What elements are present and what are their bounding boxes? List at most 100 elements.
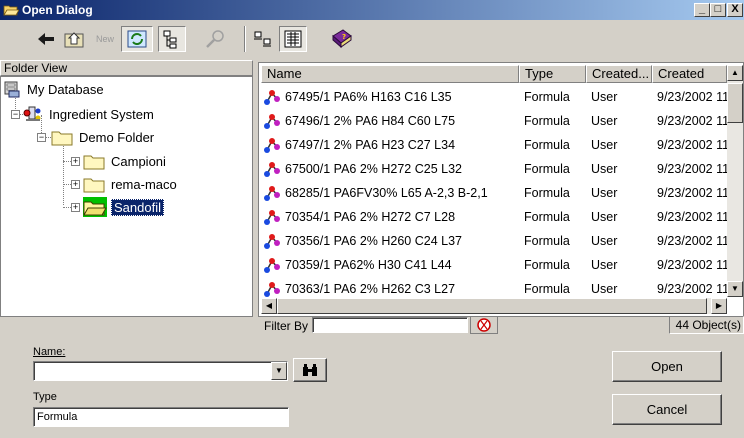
no-filter-icon xyxy=(477,318,491,332)
filter-input[interactable] xyxy=(312,317,468,333)
table-row[interactable]: 70359/1 PA62% H30 C41 L44 Formula User 9/23… xyxy=(261,253,727,277)
table-row[interactable]: 67495/1 PA6% H163 C16 L35 Formula User 9/23… xyxy=(261,85,727,109)
folder-icon xyxy=(51,131,73,146)
vertical-scrollbar[interactable]: ▲ ▼ xyxy=(727,65,743,297)
scroll-thumb[interactable] xyxy=(277,298,707,314)
object-count-status: 44 Object(s) xyxy=(669,316,744,334)
folder-icon xyxy=(83,155,105,170)
cell-created-by: User xyxy=(591,162,618,176)
search-button[interactable] xyxy=(200,26,230,52)
find-button[interactable] xyxy=(293,358,327,382)
toolbar: New ? xyxy=(0,22,744,56)
help-book-icon: ? xyxy=(332,29,352,49)
folder-open-icon xyxy=(3,5,19,16)
expand-toggle[interactable]: + xyxy=(71,203,80,212)
tree-item-my-database[interactable]: My Database xyxy=(3,79,106,99)
column-header-created-by[interactable]: Created... xyxy=(586,65,652,83)
open-button[interactable]: Open xyxy=(612,351,722,382)
horizontal-scrollbar[interactable]: ◀ ▶ xyxy=(261,298,727,314)
cell-created: 9/23/2002 11 xyxy=(657,258,727,272)
scroll-right-button[interactable]: ▶ xyxy=(711,298,727,314)
back-arrow-icon xyxy=(38,33,54,45)
tree-item-sandofil[interactable]: Sandofil xyxy=(83,197,164,217)
tree-item-demo-folder[interactable]: Demo Folder xyxy=(51,127,156,147)
cell-created: 9/23/2002 11 xyxy=(657,234,727,248)
cell-created: 9/23/2002 11 xyxy=(657,186,727,200)
toolbar-separator xyxy=(244,26,246,52)
cell-type: Formula xyxy=(524,234,570,248)
cell-created: 9/23/2002 11 xyxy=(657,114,727,128)
collapse-toggle[interactable]: − xyxy=(37,133,46,142)
column-header-created[interactable]: Created xyxy=(652,65,727,83)
cancel-button[interactable]: Cancel xyxy=(612,394,722,425)
cell-created-by: User xyxy=(591,210,618,224)
cell-name: 67496/1 2% PA6 H84 C60 L75 xyxy=(285,114,456,128)
scroll-thumb[interactable] xyxy=(727,83,743,123)
tree-line xyxy=(63,161,71,162)
formula-icon xyxy=(264,114,280,129)
formula-icon xyxy=(264,234,280,249)
cell-created: 9/23/2002 11 xyxy=(657,90,727,104)
tree-line xyxy=(63,207,71,208)
table-row[interactable]: 67500/1 PA6 2% H272 C25 L32 Formula User 9/… xyxy=(261,157,727,181)
cell-created-by: User xyxy=(591,138,618,152)
tree-item-rema-maco[interactable]: rema-maco xyxy=(83,174,179,194)
maximize-button[interactable]: □ xyxy=(710,3,726,17)
tree-view-toggle[interactable] xyxy=(158,26,186,52)
cell-created: 9/23/2002 11 xyxy=(657,162,727,176)
scroll-up-button[interactable]: ▲ xyxy=(727,65,743,81)
type-label: Type xyxy=(33,391,57,403)
scroll-left-button[interactable]: ◀ xyxy=(261,298,277,314)
tree-item-campioni[interactable]: Campioni xyxy=(83,151,168,171)
table-row[interactable]: 68285/1 PA6FV30% L65 A-2,3 B-2,1 Formula U… xyxy=(261,181,727,205)
tree-item-label: rema-maco xyxy=(111,176,177,192)
cell-created: 9/23/2002 11 xyxy=(657,210,727,224)
type-field[interactable]: Formula xyxy=(33,407,289,427)
formula-icon xyxy=(264,138,280,153)
cell-name: 70356/1 PA6 2% H260 C24 L37 xyxy=(285,234,462,248)
cell-created-by: User xyxy=(591,114,618,128)
back-button[interactable] xyxy=(34,26,58,52)
formula-icon xyxy=(264,162,280,177)
filter-label: Filter By xyxy=(264,319,309,333)
tree-item-ingredient-system[interactable]: Ingredient System xyxy=(23,104,156,124)
table-row[interactable]: 70354/1 PA6 2% H272 C7 L28 Formula User 9/2… xyxy=(261,205,727,229)
details-view-button[interactable] xyxy=(279,26,307,52)
formula-icon xyxy=(264,258,280,273)
large-icons-view-button[interactable] xyxy=(250,26,276,52)
item-list[interactable]: Name Type Created... Created 67495/1 PA6… xyxy=(258,62,744,317)
tree-item-label: Ingredient System xyxy=(49,106,154,122)
window-title: Open Dialog xyxy=(22,3,93,17)
title-bar[interactable]: Open Dialog _ □ X xyxy=(0,0,744,20)
up-folder-button[interactable] xyxy=(62,26,86,52)
name-combobox[interactable]: ▼ xyxy=(33,361,288,381)
close-button[interactable]: X xyxy=(727,3,743,17)
expand-toggle[interactable]: + xyxy=(71,157,80,166)
refresh-view-button[interactable] xyxy=(121,26,153,52)
folder-view-header: Folder View xyxy=(0,60,253,76)
folder-icon xyxy=(83,178,105,193)
minimize-button[interactable]: _ xyxy=(694,3,710,17)
table-row[interactable]: 67497/1 2% PA6 H23 C27 L34 Formula User 9/2… xyxy=(261,133,727,157)
scroll-down-button[interactable]: ▼ xyxy=(727,281,743,297)
cell-type: Formula xyxy=(524,114,570,128)
formula-icon xyxy=(264,90,280,105)
clear-filter-button[interactable] xyxy=(470,316,498,334)
expand-toggle[interactable]: + xyxy=(71,180,80,189)
column-header-name[interactable]: Name xyxy=(261,65,519,83)
new-button[interactable]: New xyxy=(90,26,120,52)
name-label: Name: xyxy=(33,346,66,358)
formula-icon xyxy=(264,210,280,225)
table-row[interactable]: 70356/1 PA6 2% H260 C24 L37 Formula User 9/… xyxy=(261,229,727,253)
table-row[interactable]: 67496/1 2% PA6 H84 C60 L75 Formula User 9/2… xyxy=(261,109,727,133)
dropdown-arrow-button[interactable]: ▼ xyxy=(271,362,287,380)
cell-type: Formula xyxy=(524,186,570,200)
folder-tree[interactable]: My Database − Ingredient System − Demo F… xyxy=(0,76,253,317)
cell-name: 70363/1 PA6 2% H262 C3 L27 xyxy=(285,282,456,296)
tree-line xyxy=(63,137,64,205)
help-book-button[interactable]: ? xyxy=(327,26,357,52)
cell-name: 67495/1 PA6% H163 C16 L35 xyxy=(285,90,452,104)
collapse-toggle[interactable]: − xyxy=(11,110,20,119)
cell-created-by: User xyxy=(591,282,618,296)
column-header-type[interactable]: Type xyxy=(519,65,586,83)
